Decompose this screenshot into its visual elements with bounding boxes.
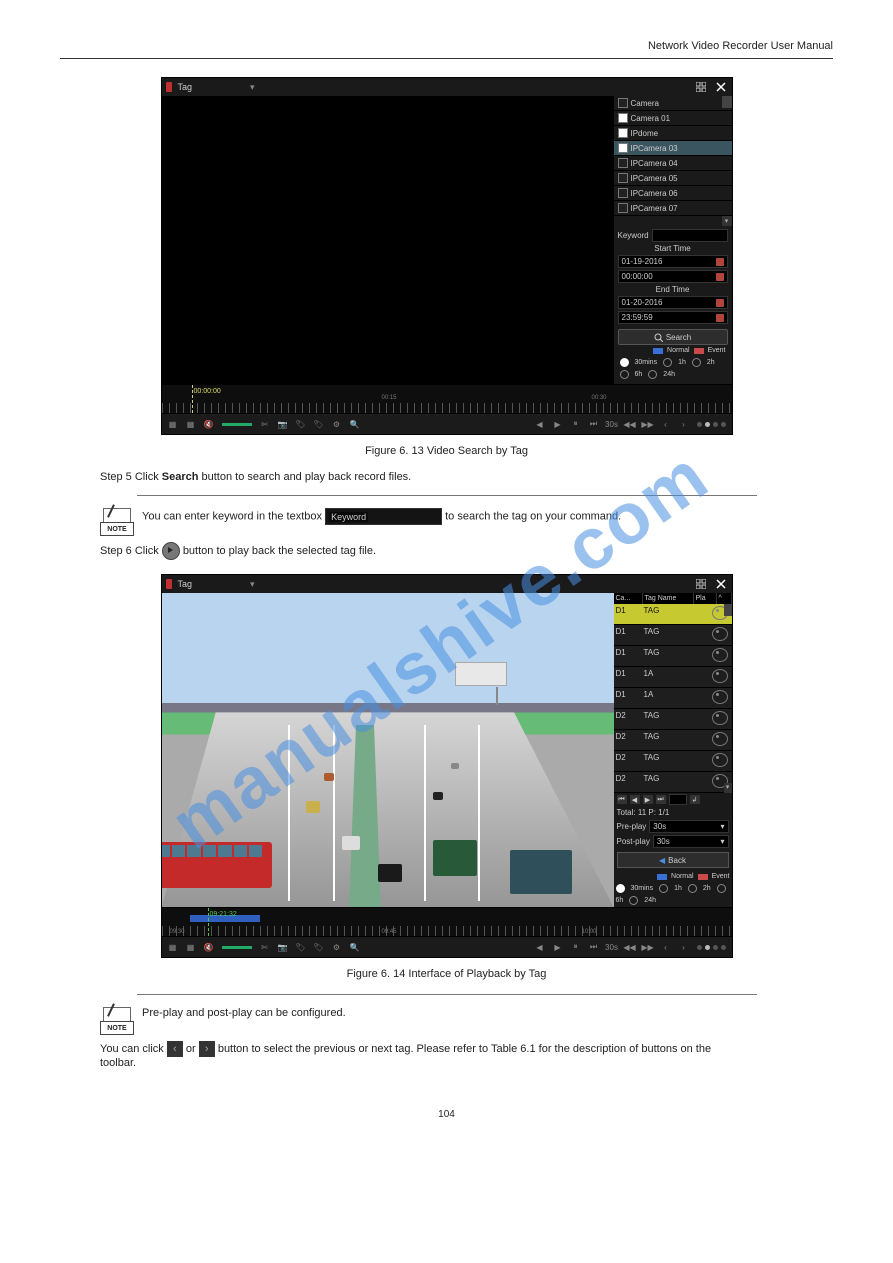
zoom-radio[interactable] [692,358,701,367]
endtime-label: End Time [618,285,728,294]
video-viewport [162,96,614,384]
figure-caption: Figure 6. 14 Interface of Playback by Ta… [60,968,833,980]
divider [137,994,757,995]
normal-swatch-icon [657,874,667,880]
starttime-label: Start Time [618,244,728,253]
record-indicator-icon [166,579,172,589]
clock-icon[interactable] [716,314,724,322]
next-tag-icon: › [199,1041,215,1057]
nvr-window-playback: Tag ▾ [161,574,733,958]
zoom-radio[interactable] [663,358,672,367]
video-viewport [162,593,614,907]
back-button[interactable]: ◀Back [617,852,729,868]
zoom-radio[interactable] [616,884,625,893]
pager[interactable]: ⏮ ◀ ▶ ⏭ ↲ [614,793,732,806]
mode-chevron-icon[interactable]: ▾ [250,579,255,590]
zoom-radio[interactable] [688,884,697,893]
note-icon: NOTE [100,1007,132,1035]
start-date-input[interactable]: 01-19-2016 [618,255,728,268]
checkbox-icon[interactable] [618,98,628,108]
zoom-radio[interactable] [620,358,629,367]
scrollbar-thumb[interactable] [722,96,732,108]
step-text: You can click ‹ or › button to select th… [100,1041,720,1069]
playback-controls[interactable]: ▦ ▦ 🔇 ✄📷🏷 🏷⚙🔍 ◀▶⏸ ⏭30s◀◀▶▶ ‹› [162,414,732,434]
postplay-select[interactable]: 30s▾ [653,835,729,848]
timeline[interactable]: 09:21:32 09:30 09:45 10:00 [162,907,732,937]
zoom-radio[interactable] [648,370,657,379]
nvr-window-search: Tag ▾ Camera Camera 01 IPdome I [161,77,733,435]
note-icon: NOTE [100,508,132,536]
close-icon[interactable] [714,577,728,591]
keyword-chip: Keyword [325,508,442,525]
zoom-radio[interactable] [620,370,629,379]
end-time-input[interactable]: 23:59:59 [618,311,728,324]
zoom-radio[interactable] [659,884,668,893]
page-prev-icon: ◀ [630,795,640,804]
figure-caption: Figure 6. 13 Video Search by Tag [60,445,833,457]
page-go-icon: ↲ [690,795,700,804]
mute-icon: 🔇 [204,419,214,429]
normal-swatch-icon [653,348,663,354]
preplay-select[interactable]: 30s▾ [649,820,728,833]
tag-table[interactable]: D1TAG D1TAG D1TAG D11A D11A D2TAG D2TAG … [614,604,732,793]
note-text: You can enter keyword in the textbox Key… [142,508,621,525]
doc-header: Network Video Recorder User Manual [60,40,833,59]
start-time-input[interactable]: 00:00:00 [618,270,728,283]
page-last-icon: ⏭ [656,795,666,804]
play-icon [162,542,180,560]
zoom-radio[interactable] [717,884,726,893]
total-label: Total: 11 P: 1/1 [614,806,732,819]
calendar-icon[interactable] [716,299,724,307]
mode-label: Tag [178,82,193,92]
page-number: 104 [60,1109,833,1120]
end-date-input[interactable]: 01-20-2016 [618,296,728,309]
page-next-icon: ▶ [643,795,653,804]
timeline[interactable]: 00:00:00 00:15 00:30 [162,384,732,414]
step-text: Step 6 Click button to play back the sel… [100,542,720,560]
calendar-icon[interactable] [716,258,724,266]
fullscreen-icon[interactable] [694,577,708,591]
layout4-icon: ▦ [186,419,196,429]
scroll-down-icon[interactable]: ▾ [722,216,732,226]
search-button[interactable]: Search [618,329,728,345]
layout1-icon: ▦ [168,419,178,429]
clock-icon[interactable] [716,273,724,281]
scrollbar-thumb[interactable] [724,604,732,616]
event-swatch-icon [694,348,704,354]
event-swatch-icon [698,874,708,880]
preplay-label: Pre-play [617,822,647,831]
camera-header: Camera [631,99,659,108]
postplay-label: Post-play [617,837,650,846]
note-text: Pre-play and post-play can be configured… [142,1007,346,1019]
prev-tag-icon: ‹ [167,1041,183,1057]
camera-list[interactable]: Camera Camera 01 IPdome IPCamera 03 IPCa… [614,96,732,226]
scroll-down-icon[interactable]: ▾ [724,783,732,793]
record-indicator-icon [166,82,172,92]
page-first-icon: ⏮ [617,795,627,804]
vol-slider[interactable] [222,423,252,426]
fullscreen-icon[interactable] [694,80,708,94]
zoom-radio[interactable] [629,896,638,905]
mode-chevron-icon[interactable]: ▾ [250,82,255,93]
close-icon[interactable] [714,80,728,94]
mode-label: Tag [178,579,193,589]
keyword-label: Keyword [618,231,649,240]
divider [137,495,757,496]
playback-controls[interactable]: ▦▦ 🔇 ✄📷🏷 🏷⚙🔍 ◀▶⏸ ⏭30s◀◀▶▶ ‹› [162,937,732,957]
step-text: Step 5 Click Search button to search and… [100,471,720,483]
table-header: Ca... Tag Name Pla ^ [614,593,732,604]
keyword-input[interactable] [652,229,728,242]
